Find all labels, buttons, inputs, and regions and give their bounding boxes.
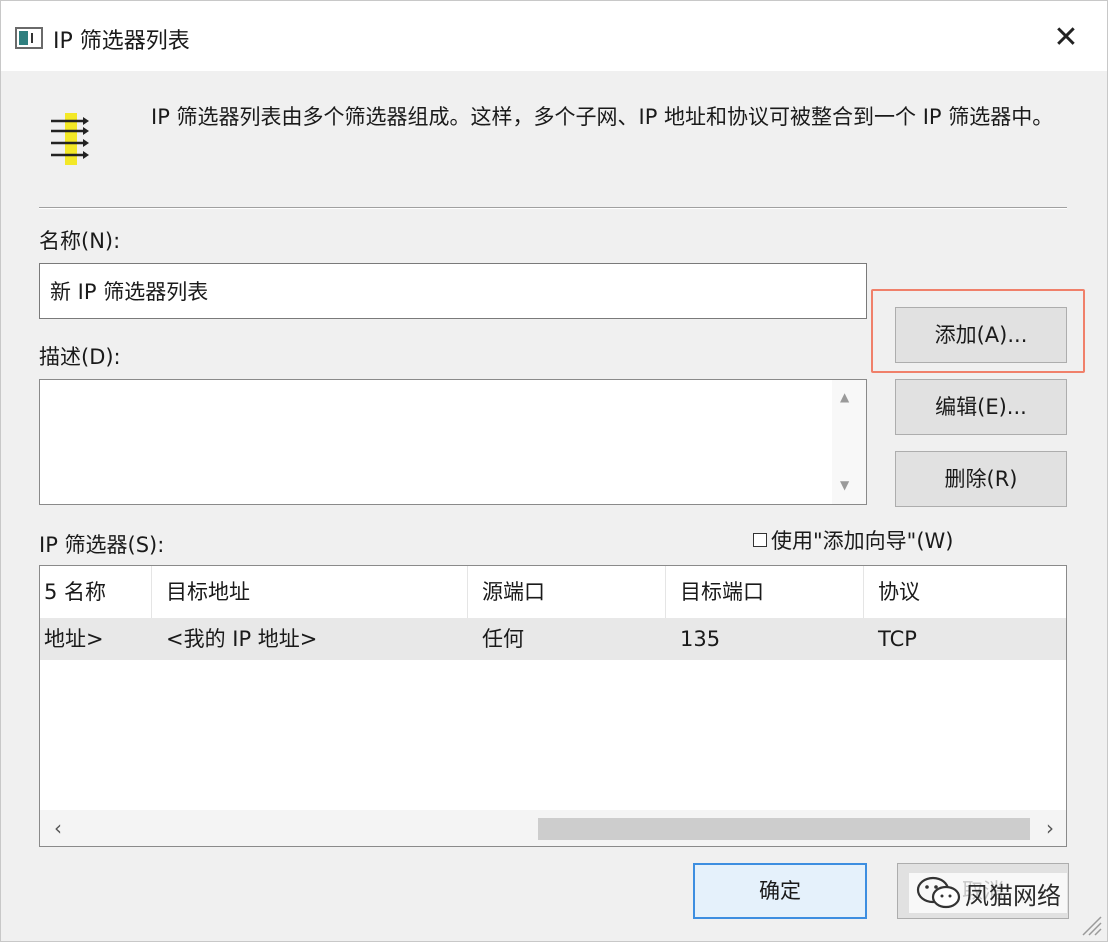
ip-filter-list[interactable]: 5 名称 目标地址 源端口 目标端口 协议 地址> <我的 IP 地址> 任何 … — [39, 565, 1067, 847]
description-textarea[interactable]: ▲ ▼ — [39, 379, 867, 505]
scroll-left-icon[interactable]: ‹ — [54, 816, 62, 840]
add-wizard-checkbox[interactable] — [753, 533, 767, 547]
info-text: IP 筛选器列表由多个筛选器组成。这样，多个子网、IP 地址和协议可被整合到一个… — [151, 105, 1054, 129]
column-source-port[interactable]: 源端口 — [468, 566, 666, 618]
resize-grip-icon[interactable] — [1079, 913, 1103, 937]
scroll-right-icon[interactable]: › — [1046, 816, 1054, 840]
column-protocol[interactable]: 协议 — [864, 566, 1066, 618]
add-wizard-checkbox-row[interactable]: 使用"添加向导"(W) — [753, 525, 953, 555]
horizontal-scrollbar[interactable]: ‹ › — [40, 810, 1066, 846]
watermark-text: 凤猫网络 — [965, 881, 1061, 910]
wechat-logo-icon — [916, 876, 961, 909]
list-header: 5 名称 目标地址 源端口 目标端口 协议 — [40, 566, 1066, 618]
scroll-up-icon[interactable]: ▲ — [840, 390, 849, 404]
row-destination-port: 135 — [680, 627, 721, 651]
row-name: 地址> — [44, 627, 104, 651]
row-destination-address: <我的 IP 地址> — [166, 627, 318, 651]
add-wizard-label: 使用"添加向导"(W) — [771, 529, 954, 553]
column-name[interactable]: 5 名称 — [40, 566, 152, 618]
close-button[interactable]: ✕ — [1039, 17, 1093, 59]
edit-button[interactable]: 编辑(E)... — [895, 379, 1067, 435]
ip-filters-label: IP 筛选器(S): — [39, 533, 165, 557]
ip-filter-list-dialog: IP 筛选器列表 ✕ IP 筛选器列表由多个筛选器组成。这样，多个子网、IP 地… — [0, 0, 1108, 942]
column-destination-port[interactable]: 目标端口 — [666, 566, 864, 618]
title-bar: IP 筛选器列表 ✕ — [1, 1, 1107, 71]
window-icon — [15, 27, 43, 49]
description-label: 描述(D): — [39, 345, 121, 369]
filter-list-icon — [51, 113, 89, 165]
row-source-port: 任何 — [482, 627, 524, 651]
column-destination-address[interactable]: 目标地址 — [152, 566, 468, 618]
description-scrollbar[interactable]: ▲ ▼ — [832, 380, 866, 504]
delete-button[interactable]: 删除(R) — [895, 451, 1067, 507]
row-protocol: TCP — [878, 627, 917, 651]
table-row[interactable]: 地址> <我的 IP 地址> 任何 135 TCP — [40, 618, 1066, 660]
divider — [39, 207, 1067, 209]
name-input[interactable] — [39, 263, 867, 319]
ok-button[interactable]: 确定 — [693, 863, 867, 919]
scrollbar-thumb[interactable] — [538, 818, 1030, 840]
name-label: 名称(N): — [39, 229, 121, 253]
add-button[interactable]: 添加(A)... — [895, 307, 1067, 363]
window-title: IP 筛选器列表 — [53, 29, 190, 54]
watermark: 凤猫网络 — [909, 873, 1067, 913]
scroll-down-icon[interactable]: ▼ — [840, 478, 849, 492]
